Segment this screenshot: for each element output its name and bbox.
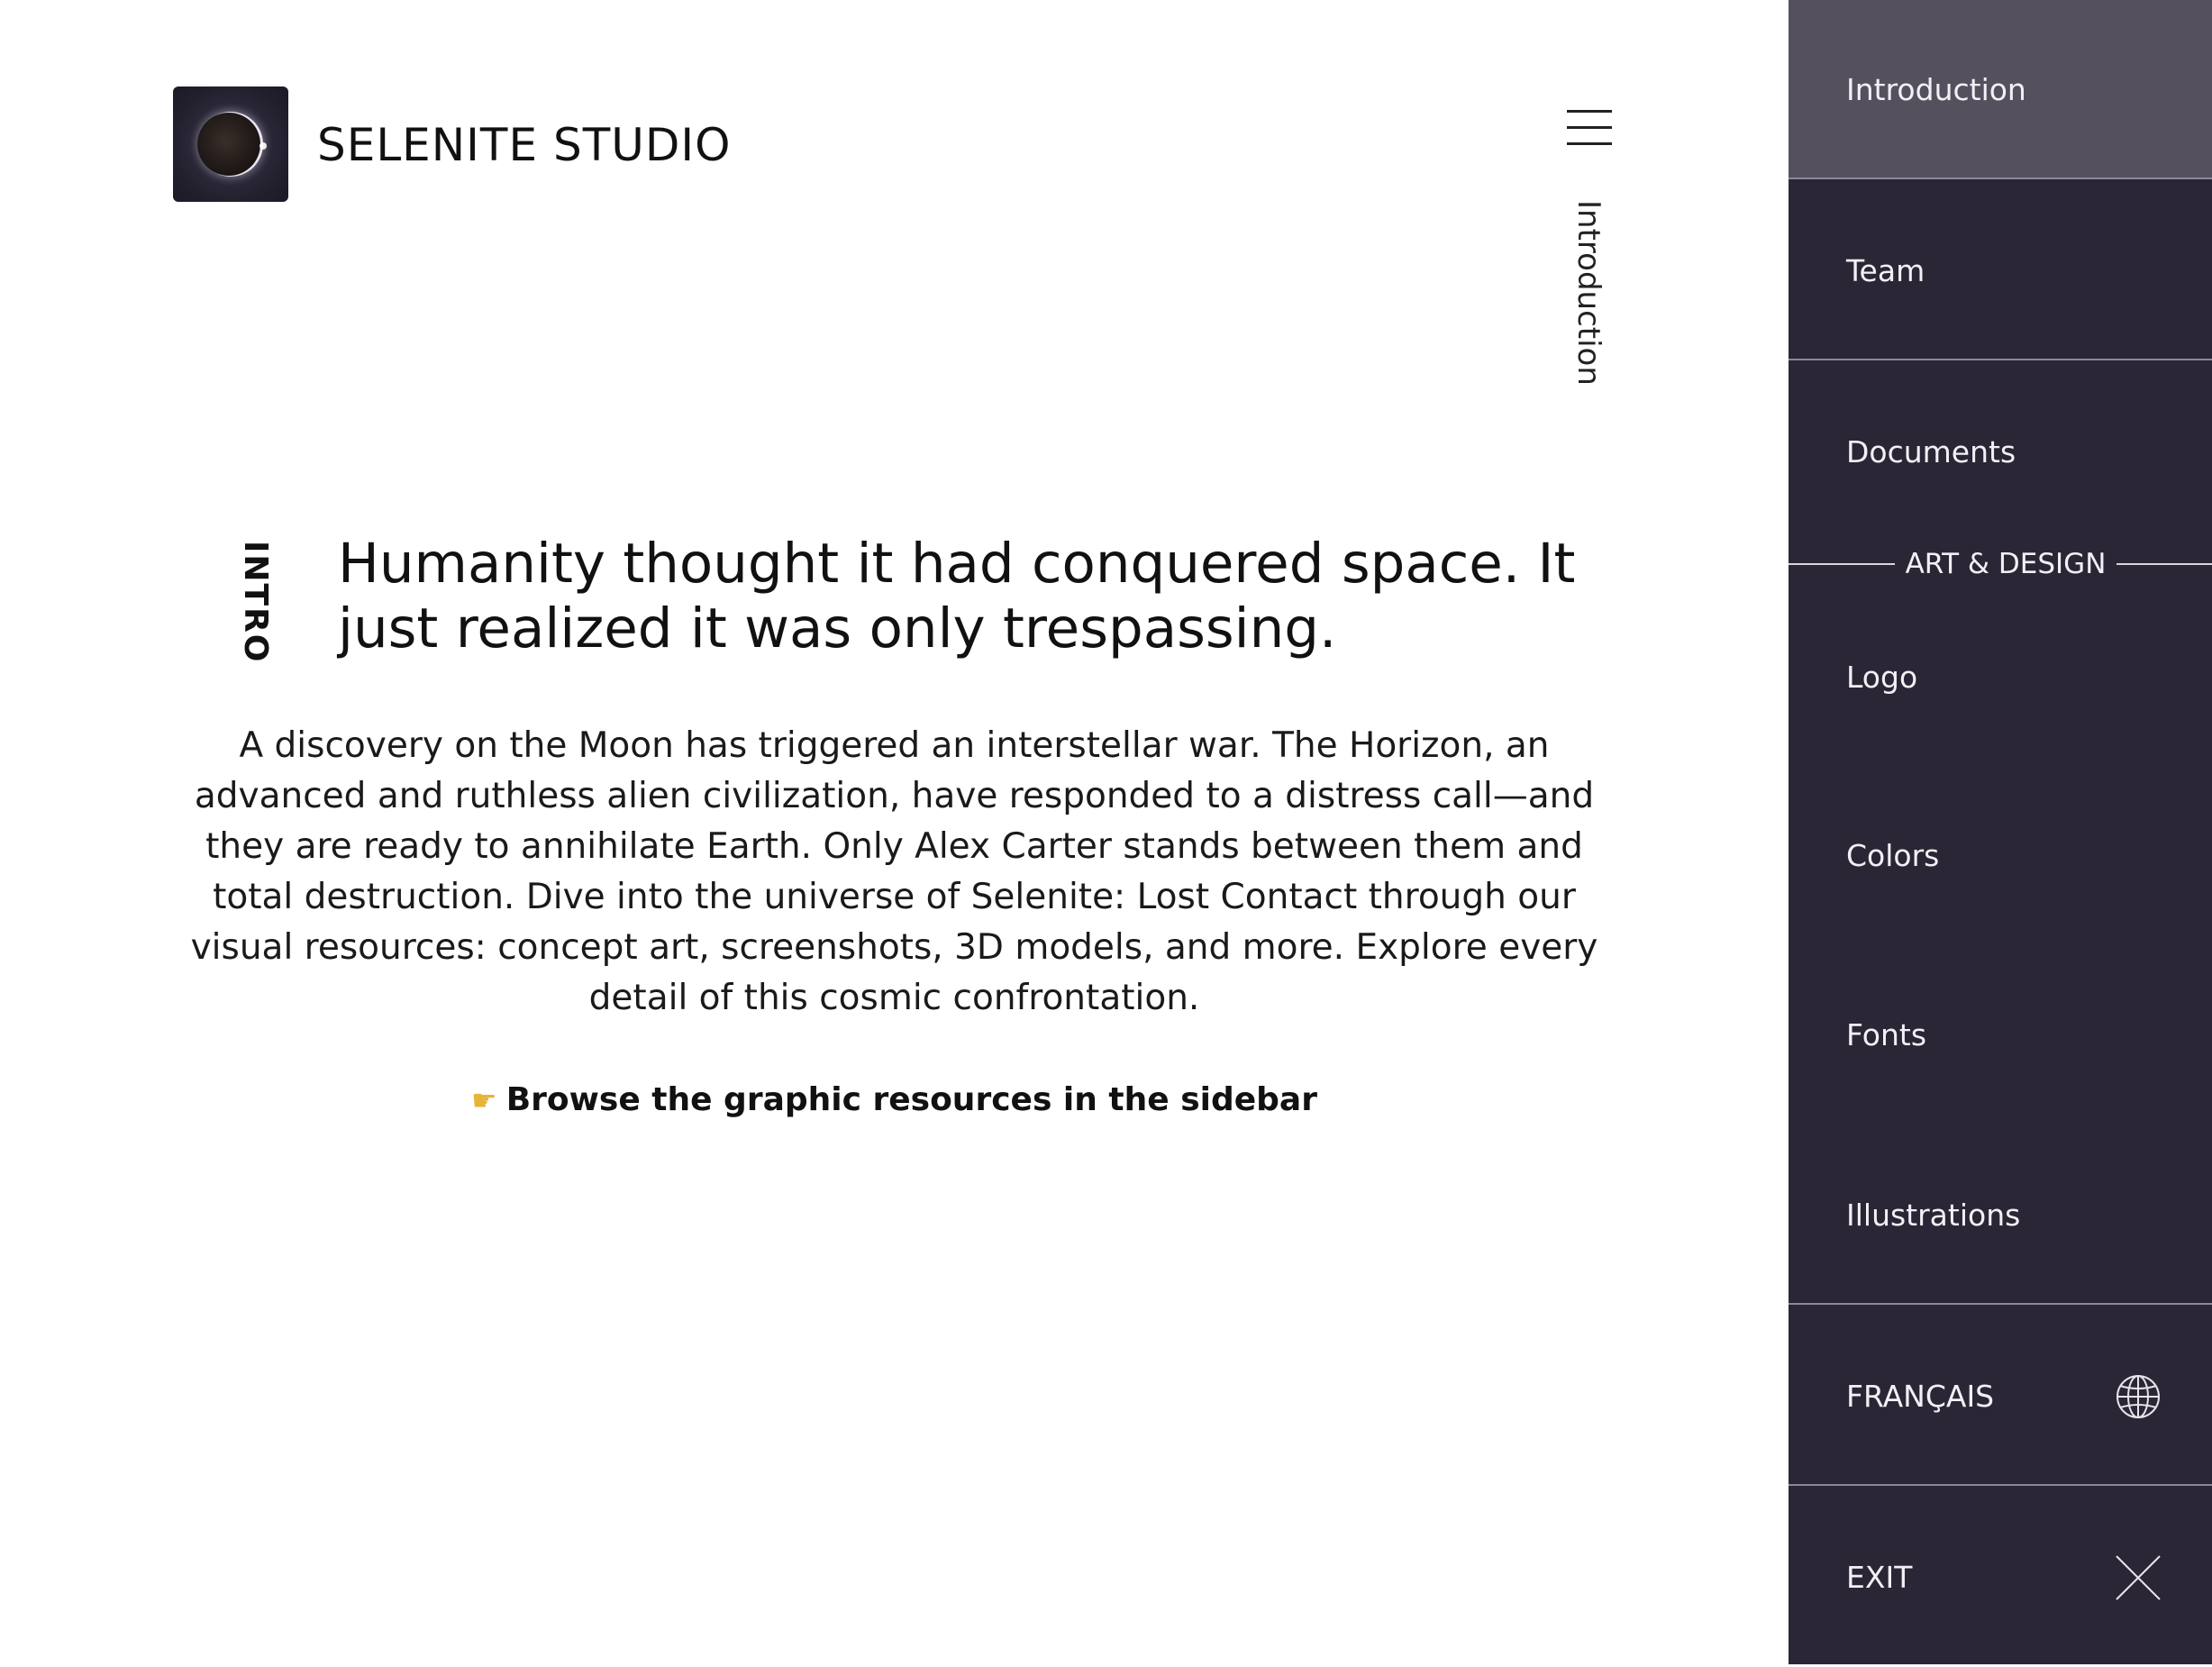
pointing-hand-icon: ☛	[471, 1083, 497, 1117]
page-headline: Humanity thought it had conquered space.…	[338, 532, 1576, 660]
intro-paragraph: A discovery on the Moon has triggered an…	[190, 725, 1598, 1018]
close-icon	[2116, 1555, 2161, 1600]
current-section-label: Introduction	[1566, 200, 1611, 407]
cta-message: ☛ Browse the graphic resources in the sid…	[171, 1081, 1617, 1118]
language-label: FRANÇAIS	[1846, 1379, 1995, 1414]
sidebar-item-label: Fonts	[1846, 1017, 1927, 1052]
hamburger-menu-icon[interactable]	[1567, 110, 1612, 146]
cta-text: Browse the graphic resources in the side…	[505, 1081, 1317, 1118]
globe-icon	[2116, 1375, 2160, 1418]
language-switch-button[interactable]: FRANÇAIS	[1789, 1307, 2212, 1486]
sidebar-item-illustrations[interactable]: Illustrations	[1789, 1125, 2212, 1305]
sidebar-item-introduction[interactable]: Introduction	[1789, 0, 2212, 179]
exit-button[interactable]: EXIT	[1789, 1488, 2212, 1667]
section-divider-art-design: ART & DESIGN	[1789, 541, 2212, 588]
intro-tag: INTRO	[232, 541, 278, 663]
sidebar-item-label: Colors	[1846, 838, 1940, 873]
intro-tag-text: INTRO	[237, 541, 274, 664]
sidebar-item-label: Illustrations	[1846, 1198, 2021, 1233]
exit-label: EXIT	[1846, 1560, 1913, 1595]
divider-line	[2116, 563, 2212, 565]
sidebar-item-documents[interactable]: Documents	[1789, 362, 2212, 542]
main-content: SELENITE STUDIO Introduction INTRO Human…	[0, 0, 1789, 1664]
sidebar-item-label: Logo	[1846, 660, 1918, 695]
sidebar-item-label: Documents	[1846, 434, 2016, 469]
sidebar-item-label: Team	[1846, 253, 1925, 288]
section-label: ART & DESIGN	[1905, 548, 2107, 580]
sidebar-item-team[interactable]: Team	[1789, 181, 2212, 360]
divider-line	[1789, 563, 1895, 565]
sidebar-item-label: Introduction	[1846, 72, 2026, 107]
current-section-text: Introduction	[1570, 200, 1607, 386]
sidebar-item-logo[interactable]: Logo	[1789, 588, 2212, 767]
eclipse-logo-icon[interactable]	[173, 87, 288, 202]
sidebar-item-fonts[interactable]: Fonts	[1789, 945, 2212, 1125]
brand-name[interactable]: SELENITE STUDIO	[317, 114, 731, 177]
sidebar: Introduction Team Documents ART & DESIGN…	[1789, 0, 2212, 1664]
sidebar-item-colors[interactable]: Colors	[1789, 766, 2212, 945]
